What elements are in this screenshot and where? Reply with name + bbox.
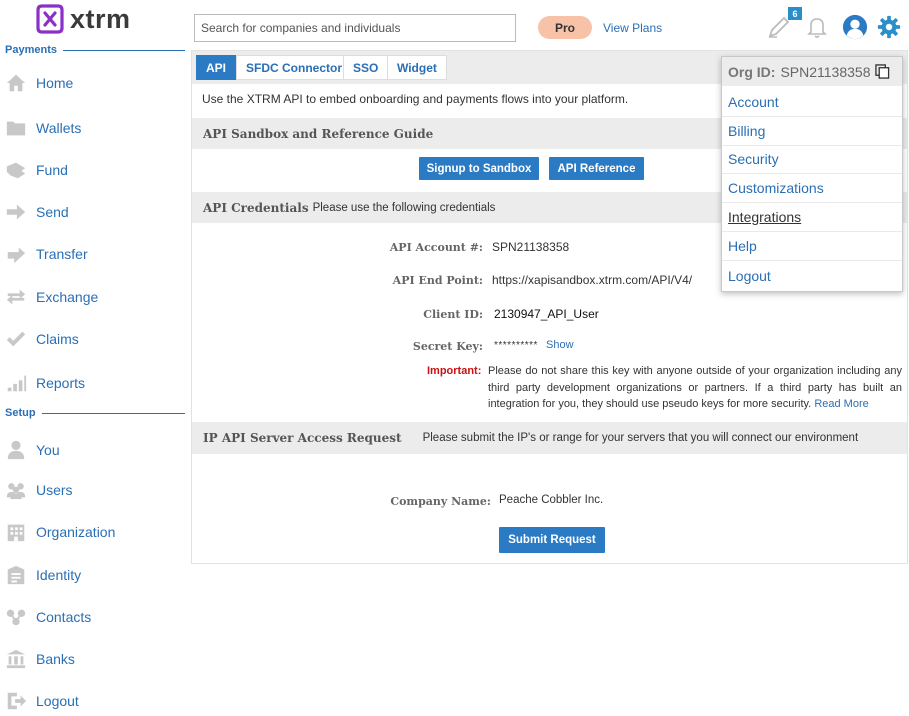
send-arrow-icon xyxy=(5,201,27,223)
tab-sfdc-connector[interactable]: SFDC Connector xyxy=(236,55,352,80)
home-icon xyxy=(5,72,27,94)
menu-item-account[interactable]: Account xyxy=(722,88,902,117)
fund-icon xyxy=(5,159,27,181)
menu-item-customizations[interactable]: Customizations xyxy=(722,174,902,203)
copy-icon[interactable] xyxy=(874,63,890,79)
payments-header-label: Payments xyxy=(5,44,57,56)
bar-chart-icon xyxy=(5,372,27,394)
sidebar-item-label: Reports xyxy=(36,375,86,391)
secret-key-value: ********** xyxy=(494,340,538,351)
api-account-label: API Account #: xyxy=(389,241,483,254)
logout-icon xyxy=(5,690,27,712)
secret-key-label: Secret Key: xyxy=(412,340,483,353)
sidebar-item-fund[interactable]: Fund xyxy=(5,155,185,185)
folder-icon xyxy=(5,117,27,139)
notification-count-badge: 6 xyxy=(788,7,802,20)
bank-icon xyxy=(5,648,27,670)
contacts-icon xyxy=(5,606,27,628)
check-icon xyxy=(5,328,27,350)
sidebar-item-label: Identity xyxy=(36,567,82,583)
client-id-label: Client ID: xyxy=(423,308,483,321)
sidebar-item-home[interactable]: Home xyxy=(5,68,185,98)
show-secret-link[interactable]: Show xyxy=(546,339,574,351)
sidebar-item-label: Transfer xyxy=(36,246,88,262)
credentials-section-title: API Credentials xyxy=(203,200,309,215)
user-avatar-icon[interactable] xyxy=(841,13,869,41)
sidebar-item-send[interactable]: Send xyxy=(5,197,185,227)
identity-icon xyxy=(5,564,27,586)
view-plans-link[interactable]: View Plans xyxy=(603,21,662,35)
read-more-link[interactable]: Read More xyxy=(814,398,868,410)
api-intro-text: Use the XTRM API to embed onboarding and… xyxy=(202,92,629,106)
transfer-icon xyxy=(5,243,27,265)
sandbox-section-title: API Sandbox and Reference Guide xyxy=(203,126,434,141)
sidebar-item-identity[interactable]: Identity xyxy=(5,560,185,590)
xtrm-logo-icon xyxy=(36,4,64,34)
api-reference-button[interactable]: API Reference xyxy=(549,157,644,180)
sidebar-item-transfer[interactable]: Transfer xyxy=(5,239,185,269)
payments-section-header: Payments xyxy=(5,44,185,56)
sidebar-item-label: Logout xyxy=(36,693,79,709)
bell-icon[interactable] xyxy=(804,13,830,41)
sidebar-item-wallets[interactable]: Wallets xyxy=(5,113,185,143)
org-id-label: Org ID: xyxy=(728,63,776,80)
tab-widget[interactable]: Widget xyxy=(387,55,447,80)
setup-section-header: Setup xyxy=(5,407,185,419)
sidebar-item-users[interactable]: Users xyxy=(5,475,185,505)
sidebar-item-label: Home xyxy=(36,75,74,91)
tab-api[interactable]: API xyxy=(196,55,237,80)
sidebar-item-exchange[interactable]: Exchange xyxy=(5,282,185,312)
submit-request-button[interactable]: Submit Request xyxy=(499,527,605,553)
sidebar-item-label: Send xyxy=(36,204,69,220)
search-input[interactable] xyxy=(194,14,516,42)
sidebar-item-label: Exchange xyxy=(36,289,99,305)
company-name-value: Peache Cobbler Inc. xyxy=(499,494,604,506)
xtrm-logo[interactable]: xtrm xyxy=(34,2,154,36)
tab-sso[interactable]: SSO xyxy=(343,55,389,80)
ip-request-section-bar: IP API Server Access Request Please subm… xyxy=(192,422,907,454)
sidebar-item-label: You xyxy=(36,442,60,458)
sidebar-item-logout[interactable]: Logout xyxy=(5,686,185,716)
sidebar-item-claims[interactable]: Claims xyxy=(5,324,185,354)
client-id-value: 2130947_API_User xyxy=(494,307,599,321)
sidebar-item-organization[interactable]: Organization xyxy=(5,517,185,547)
sidebar-item-label: Claims xyxy=(36,331,79,347)
person-icon xyxy=(5,439,27,461)
sidebar-item-label: Banks xyxy=(36,651,75,667)
sidebar-item-reports[interactable]: Reports xyxy=(5,368,185,398)
menu-item-help[interactable]: Help xyxy=(722,232,902,261)
sidebar-item-label: Organization xyxy=(36,524,116,540)
sidebar-item-contacts[interactable]: Contacts xyxy=(5,602,185,632)
important-label: Important: xyxy=(427,365,482,377)
signup-sandbox-button[interactable]: Signup to Sandbox xyxy=(419,157,539,180)
api-endpoint-label: API End Point: xyxy=(392,274,483,287)
sidebar-item-banks[interactable]: Banks xyxy=(5,644,185,674)
menu-item-logout[interactable]: Logout xyxy=(722,261,902,290)
menu-item-integrations[interactable]: Integrations xyxy=(722,203,902,232)
api-account-value: SPN21138358 xyxy=(492,240,570,254)
setup-header-label: Setup xyxy=(5,407,36,419)
users-icon xyxy=(5,479,27,501)
org-id-value: SPN21138358 xyxy=(780,63,871,80)
exchange-icon xyxy=(5,286,27,308)
sidebar-item-label: Contacts xyxy=(36,609,92,625)
sidebar-item-label: Wallets xyxy=(36,120,82,136)
credentials-section-subtitle: Please use the following credentials xyxy=(312,201,496,214)
menu-item-billing[interactable]: Billing xyxy=(722,117,902,146)
ip-request-section-subtitle: Please submit the IP's or range for your… xyxy=(422,432,859,444)
ip-request-section-title: IP API Server Access Request xyxy=(203,431,402,445)
company-name-label: Company Name: xyxy=(390,495,491,508)
gear-icon[interactable] xyxy=(875,13,903,41)
building-icon xyxy=(5,521,27,543)
important-notice: Please do not share this key with anyone… xyxy=(488,363,902,413)
brand-name: xtrm xyxy=(70,3,131,34)
api-endpoint-value: https://xapisandbox.xtrm.com/API/V4/ xyxy=(492,273,693,287)
sidebar-item-label: Fund xyxy=(36,162,68,178)
sidebar-item-you[interactable]: You xyxy=(5,435,185,465)
menu-item-security[interactable]: Security xyxy=(722,145,902,174)
sidebar-item-label: Users xyxy=(36,482,73,498)
plan-badge: Pro xyxy=(538,16,592,39)
